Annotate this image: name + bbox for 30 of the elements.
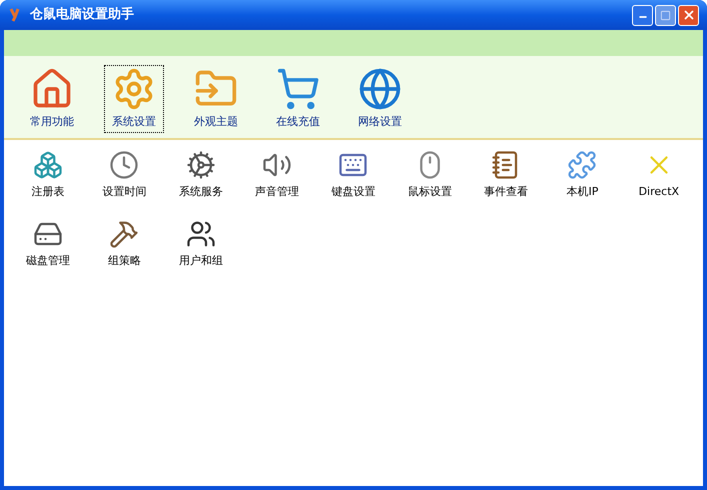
tool-item[interactable]: 注册表	[10, 150, 86, 200]
tool-item[interactable]: 键盘设置	[315, 150, 392, 200]
tool-item[interactable]: DirectX	[620, 150, 697, 200]
tool-item[interactable]: 本机IP	[544, 150, 621, 200]
toolbar-tab[interactable]: 常用功能	[22, 65, 82, 132]
toolbar-tab[interactable]: 外观主题	[186, 65, 246, 132]
toolbar-tab[interactable]: 网络设置	[350, 65, 410, 132]
cart-icon	[276, 67, 320, 111]
cubes-icon	[33, 150, 64, 180]
tool-item[interactable]: 组策略	[86, 218, 163, 269]
globe-icon	[358, 67, 402, 111]
tool-item[interactable]: 用户和组	[162, 218, 239, 269]
window-title: 仓鼠电脑设置助手	[30, 6, 134, 24]
tool-item[interactable]: 磁盘管理	[10, 218, 86, 269]
tool-item[interactable]: 系统服务	[162, 150, 239, 200]
tool-item[interactable]: 事件查看	[468, 150, 544, 200]
close-icon	[682, 8, 696, 22]
clock-icon	[109, 150, 140, 180]
close-button[interactable]	[678, 4, 699, 26]
tool-item[interactable]: 鼠标设置	[392, 150, 468, 200]
toolbar-tab[interactable]: 在线充值	[268, 65, 328, 132]
tool-item[interactable]: 设置时间	[86, 150, 163, 200]
puzzle-icon	[567, 150, 598, 180]
maximize-icon	[660, 10, 671, 20]
tool-item[interactable]: 声音管理	[239, 150, 316, 200]
toolbar-tab[interactable]: 系统设置	[104, 65, 164, 132]
maximize-button[interactable]	[655, 4, 676, 26]
hammer-icon	[109, 218, 140, 248]
minimize-button[interactable]	[632, 4, 653, 26]
people-icon	[186, 218, 216, 248]
